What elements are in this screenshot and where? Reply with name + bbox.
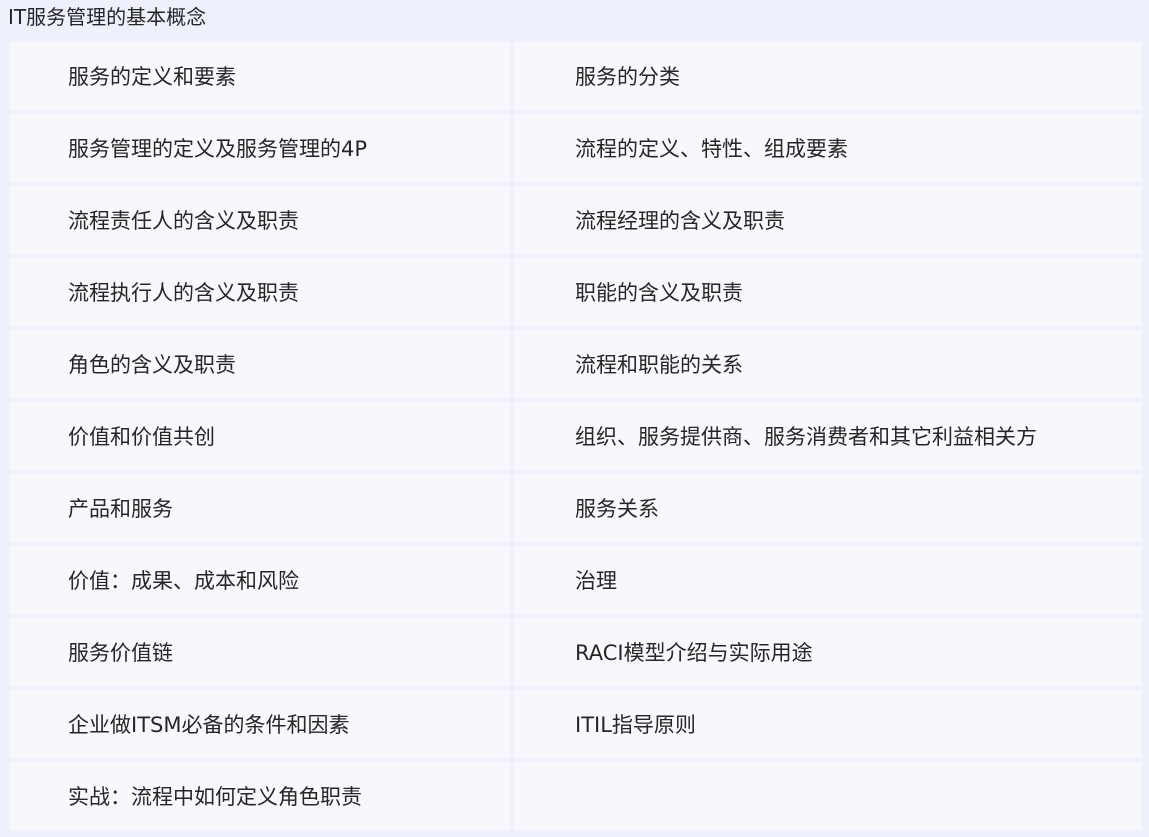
table-cell: 治理 xyxy=(514,546,1141,614)
cell-text: 流程执行人的含义及职责 xyxy=(68,281,299,305)
table-cell: 服务关系 xyxy=(514,474,1141,542)
cell-text: 流程的定义、特性、组成要素 xyxy=(575,137,848,161)
table-cell: 价值和价值共创 xyxy=(9,402,510,470)
cell-text: 角色的含义及职责 xyxy=(68,353,236,377)
table-cell: 流程和职能的关系 xyxy=(514,330,1141,398)
cell-text: RACI模型介绍与实际用途 xyxy=(575,641,813,665)
cell-text: 服务的分类 xyxy=(575,65,680,89)
table-cell: 服务价值链 xyxy=(9,618,510,686)
cell-text: 治理 xyxy=(575,569,617,593)
table-cell: 服务的定义和要素 xyxy=(9,42,510,110)
cell-text: 价值：成果、成本和风险 xyxy=(68,569,299,593)
cell-text: 服务价值链 xyxy=(68,641,173,665)
page: IT服务管理的基本概念 服务的定义和要素 服务的分类 服务管理的定义及服务管理的… xyxy=(0,0,1149,837)
cell-text: 产品和服务 xyxy=(68,497,173,521)
cell-text: 服务关系 xyxy=(575,497,659,521)
table-cell: 服务管理的定义及服务管理的4P xyxy=(9,114,510,182)
table-cell: 职能的含义及职责 xyxy=(514,258,1141,326)
table-cell: 角色的含义及职责 xyxy=(9,330,510,398)
table-cell: 流程责任人的含义及职责 xyxy=(9,186,510,254)
cell-text: 实战：流程中如何定义角色职责 xyxy=(68,785,362,809)
table-cell: 服务的分类 xyxy=(514,42,1141,110)
table-cell: 产品和服务 xyxy=(9,474,510,542)
table-cell: 流程经理的含义及职责 xyxy=(514,186,1141,254)
table-cell: 流程的定义、特性、组成要素 xyxy=(514,114,1141,182)
cell-text: 流程经理的含义及职责 xyxy=(575,209,785,233)
cell-text: 价值和价值共创 xyxy=(68,425,215,449)
table-cell: 组织、服务提供商、服务消费者和其它利益相关方 xyxy=(514,402,1141,470)
cell-text: 服务的定义和要素 xyxy=(68,65,236,89)
table-cell: 企业做ITSM必备的条件和因素 xyxy=(9,690,510,758)
topic-table: 服务的定义和要素 服务的分类 服务管理的定义及服务管理的4P 流程的定义、特性、… xyxy=(9,42,1141,830)
table-cell: 实战：流程中如何定义角色职责 xyxy=(9,762,510,830)
cell-text: 组织、服务提供商、服务消费者和其它利益相关方 xyxy=(575,425,1037,449)
cell-text: ITIL指导原则 xyxy=(575,713,696,737)
cell-text: 流程和职能的关系 xyxy=(575,353,743,377)
table-cell: ITIL指导原则 xyxy=(514,690,1141,758)
cell-text: 企业做ITSM必备的条件和因素 xyxy=(68,713,350,737)
cell-text: 流程责任人的含义及职责 xyxy=(68,209,299,233)
section-title: IT服务管理的基本概念 xyxy=(8,5,207,29)
table-cell xyxy=(514,762,1141,830)
table-cell: 流程执行人的含义及职责 xyxy=(9,258,510,326)
cell-text: 职能的含义及职责 xyxy=(575,281,743,305)
table-cell: 价值：成果、成本和风险 xyxy=(9,546,510,614)
cell-text: 服务管理的定义及服务管理的4P xyxy=(68,137,368,161)
table-cell: RACI模型介绍与实际用途 xyxy=(514,618,1141,686)
